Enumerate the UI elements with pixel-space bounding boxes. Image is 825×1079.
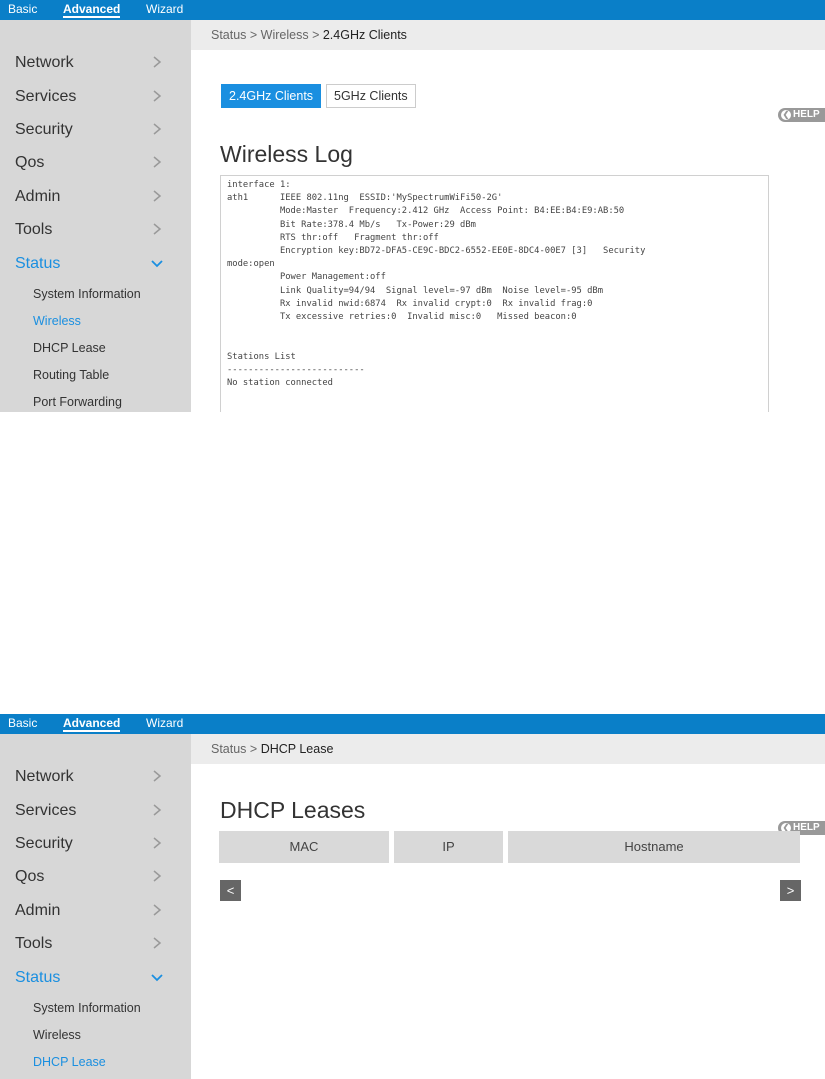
sidebar-item-label: Security (15, 835, 73, 852)
sidebar-item-label: Tools (15, 935, 53, 952)
chevron-right-icon (153, 223, 162, 235)
sidebar-item-tools[interactable]: Tools (0, 929, 191, 959)
chevron-left-icon: ❮ (781, 110, 791, 120)
chevron-right-icon (153, 156, 162, 168)
breadcrumb: Status > Wireless > 2.4GHz Clients (211, 28, 407, 42)
chevron-right-icon (153, 837, 162, 849)
sidebar-item-status[interactable]: Status (0, 249, 191, 279)
tab-basic[interactable]: Basic (8, 716, 37, 730)
top-nav-bar: Basic Advanced Wizard (0, 714, 825, 734)
sidebar-item-label: Services (15, 802, 77, 819)
chevron-right-icon (153, 904, 162, 916)
chevron-right-icon (153, 123, 162, 135)
sidebar-item-services[interactable]: Services (0, 82, 191, 112)
dhcp-lease-screen: Basic Advanced Wizard Network Services S… (0, 714, 825, 1079)
sidebar-item-security[interactable]: Security (0, 829, 191, 859)
breadcrumb-current: DHCP Lease (260, 742, 334, 756)
chevron-right-icon (153, 90, 162, 102)
column-header-mac[interactable]: MAC (219, 831, 389, 863)
wireless-log-text: interface 1: ath1 IEEE 802.11ng ESSID:'M… (227, 180, 646, 389)
sidebar-item-label: Network (15, 768, 74, 785)
sidebar-item-label: Tools (15, 221, 53, 238)
next-page-button[interactable]: > (780, 880, 801, 901)
subitem-wireless[interactable]: Wireless (33, 1028, 81, 1042)
wireless-log-textarea[interactable]: interface 1: ath1 IEEE 802.11ng ESSID:'M… (220, 175, 769, 412)
sidebar-item-label: Services (15, 88, 77, 105)
chevron-down-icon (151, 260, 163, 268)
sidebar-item-security[interactable]: Security (0, 115, 191, 145)
chevron-right-icon (153, 770, 162, 782)
column-header-hostname[interactable]: Hostname (508, 831, 800, 863)
sidebar-item-admin[interactable]: Admin (0, 182, 191, 212)
tab-basic[interactable]: Basic (8, 2, 37, 16)
wireless-status-screen: Basic Advanced Wizard Network Services S… (0, 0, 825, 412)
column-header-ip[interactable]: IP (394, 831, 503, 863)
sidebar: Network Services Security Qos Admin Tool… (0, 734, 191, 1079)
page-title: Wireless Log (220, 141, 353, 167)
sidebar-item-network[interactable]: Network (0, 762, 191, 792)
sidebar-item-status[interactable]: Status (0, 963, 191, 993)
sidebar: Network Services Security Qos Admin Tool… (0, 20, 191, 412)
top-nav-bar: Basic Advanced Wizard (0, 0, 825, 20)
tab-advanced[interactable]: Advanced (63, 2, 121, 18)
sidebar-item-network[interactable]: Network (0, 48, 191, 78)
sidebar-item-label: Admin (15, 902, 61, 919)
subitem-port-forwarding[interactable]: Port Forwarding (33, 395, 122, 409)
chevron-down-icon (151, 974, 163, 982)
sidebar-item-tools[interactable]: Tools (0, 215, 191, 245)
subitem-system-information[interactable]: System Information (33, 287, 141, 301)
sidebar-item-label: Status (15, 969, 61, 986)
breadcrumb-current: 2.4GHz Clients (322, 28, 407, 42)
prev-page-button[interactable]: < (220, 880, 241, 901)
breadcrumb: Status > DHCP Lease (211, 742, 333, 756)
subitem-system-information[interactable]: System Information (33, 1001, 141, 1015)
sidebar-item-label: Status (15, 255, 61, 272)
breadcrumb-bar: Status > Wireless > 2.4GHz Clients (191, 20, 825, 50)
page-title: DHCP Leases (220, 797, 366, 823)
breadcrumb-bar: Status > DHCP Lease (191, 734, 825, 764)
tab-wizard[interactable]: Wizard (146, 716, 183, 730)
sidebar-item-label: Admin (15, 188, 61, 205)
sidebar-item-admin[interactable]: Admin (0, 896, 191, 926)
sidebar-item-label: Qos (15, 868, 45, 885)
tab-advanced[interactable]: Advanced (63, 716, 121, 732)
sidebar-item-qos[interactable]: Qos (0, 148, 191, 178)
sidebar-item-label: Qos (15, 154, 45, 171)
tab-5ghz-clients[interactable]: 5GHz Clients (326, 84, 416, 108)
subitem-dhcp-lease[interactable]: DHCP Lease (33, 1055, 106, 1069)
help-button[interactable]: ❮ HELP (778, 108, 825, 122)
sidebar-item-qos[interactable]: Qos (0, 862, 191, 892)
tab-wizard[interactable]: Wizard (146, 2, 183, 16)
help-label: HELP (793, 109, 820, 120)
breadcrumb-path: Status > (211, 742, 261, 756)
sidebar-item-services[interactable]: Services (0, 796, 191, 826)
sidebar-item-label: Security (15, 121, 73, 138)
chevron-right-icon (153, 56, 162, 68)
subitem-dhcp-lease[interactable]: DHCP Lease (33, 341, 106, 355)
chevron-right-icon (153, 190, 162, 202)
subitem-wireless[interactable]: Wireless (33, 314, 81, 328)
chevron-right-icon (153, 870, 162, 882)
chevron-right-icon (153, 937, 162, 949)
sidebar-item-label: Network (15, 54, 74, 71)
tab-24ghz-clients[interactable]: 2.4GHz Clients (221, 84, 322, 108)
chevron-right-icon (153, 804, 162, 816)
breadcrumb-path: Status > Wireless > (211, 28, 323, 42)
subitem-routing-table[interactable]: Routing Table (33, 368, 109, 382)
